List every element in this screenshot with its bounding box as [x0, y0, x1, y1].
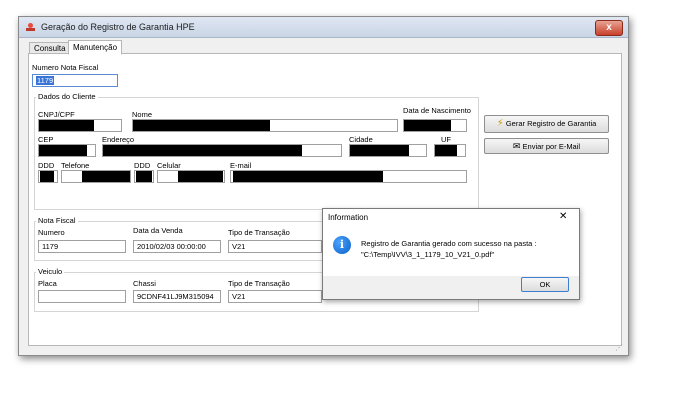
manutencao-panel: Numero Nota Fiscal 1179 Dados do Cliente… — [28, 53, 622, 346]
chassi-label: Chassi — [133, 279, 156, 288]
tab-manutencao[interactable]: Manutenção — [68, 40, 123, 55]
email-input[interactable] — [230, 170, 467, 183]
dialog-body: i Registro de Garantia gerado com sucess… — [323, 226, 579, 276]
celular-input[interactable] — [157, 170, 225, 183]
cidade-label: Cidade — [349, 135, 373, 144]
nf-numero-label: Numero — [38, 228, 65, 237]
email-label: E-mail — [230, 161, 252, 170]
nome-label: Nome — [132, 110, 153, 119]
nome-input[interactable] — [132, 119, 398, 132]
dialog-close-icon[interactable]: ✕ — [559, 211, 567, 222]
ddd-label: DDD — [38, 161, 55, 170]
dialog-message-line2: "C:\Temp\IVV\3_1_1179_10_V21_0.pdf" — [361, 250, 495, 259]
email-redaction — [233, 171, 383, 182]
cnpj-input[interactable] — [38, 119, 122, 132]
celular-redaction — [178, 171, 223, 182]
ddd-celular-input[interactable] — [134, 170, 154, 183]
nf-numero-input[interactable]: 1179 — [38, 240, 126, 253]
nome-redaction — [133, 120, 270, 131]
telefone-input[interactable] — [61, 170, 131, 183]
numero-nota-fiscal-input[interactable]: 1179 — [32, 74, 118, 87]
data-nascimento-label: Data de Nascimento — [403, 106, 471, 115]
data-nascimento-input[interactable] — [403, 119, 467, 132]
enviar-email-button[interactable]: ✉ Enviar por E-Mail — [484, 138, 609, 154]
window-title: Geração do Registro de Garantia HPE — [41, 22, 195, 32]
uf-redaction — [435, 145, 457, 156]
data-venda-input[interactable]: 2010/02/03 00:00:00 — [133, 240, 221, 253]
cep-label: CEP — [38, 135, 54, 144]
enviar-email-label: Enviar por E-Mail — [522, 142, 581, 151]
app-icon — [26, 23, 35, 31]
dialog-message-line1: Registro de Garantia gerado com sucesso … — [361, 239, 537, 248]
data-nascimento-redaction — [404, 120, 451, 131]
numero-nota-fiscal-label: Numero Nota Fiscal — [32, 63, 99, 72]
celular-label: Celular — [157, 161, 181, 170]
ddd-redaction — [40, 171, 54, 182]
placa-label: Placa — [38, 279, 57, 288]
cidade-input[interactable] — [349, 144, 427, 157]
numero-nota-fiscal-value: 1179 — [36, 76, 55, 85]
envelope-icon: ✉ — [512, 141, 521, 151]
veiculo-tipo-transacao-label: Tipo de Transação — [228, 279, 290, 288]
cidade-redaction — [350, 145, 409, 156]
uf-label: UF — [441, 135, 451, 144]
cnpj-label: CNPJ/CPF — [38, 110, 75, 119]
ddd-celular-redaction — [136, 171, 152, 182]
window-close-button[interactable]: x — [595, 20, 623, 36]
endereco-input[interactable] — [102, 144, 342, 157]
endereco-redaction — [103, 145, 302, 156]
chassi-input[interactable]: 9CDNF41LJ9M315094 — [133, 290, 221, 303]
dialog-titlebar[interactable]: Information ✕ — [323, 209, 579, 227]
window-titlebar[interactable]: Geração do Registro de Garantia HPE x — [19, 17, 628, 38]
ddd-celular-label: DDD — [134, 161, 151, 170]
dialog-title: Information — [328, 213, 369, 222]
gerar-registro-label: Gerar Registro de Garantia — [505, 119, 597, 128]
cep-input[interactable] — [38, 144, 96, 157]
information-icon: i — [333, 236, 351, 254]
ddd-input[interactable] — [38, 170, 58, 183]
lightning-icon: ⚡ — [496, 118, 504, 129]
information-dialog: Information ✕ i Registro de Garantia ger… — [322, 208, 580, 300]
cep-redaction — [39, 145, 87, 156]
gerar-registro-button[interactable]: ⚡ Gerar Registro de Garantia — [484, 115, 609, 133]
veiculo-title: Veiculo — [36, 267, 65, 276]
resize-grip-icon[interactable]: ⋰ — [615, 343, 623, 352]
telefone-label: Telefone — [61, 161, 90, 170]
data-venda-label: Data da Venda — [133, 226, 183, 235]
cnpj-redaction — [39, 120, 94, 131]
dados-cliente-title: Dados do Cliente — [36, 92, 98, 101]
endereco-label: Endereço — [102, 135, 135, 144]
veiculo-tipo-transacao-input[interactable]: V21 — [228, 290, 322, 303]
nf-tipo-transacao-label: Tipo de Transação — [228, 228, 290, 237]
nota-fiscal-title: Nota Fiscal — [36, 216, 78, 225]
telefone-redaction — [82, 171, 130, 182]
nf-tipo-transacao-input[interactable]: V21 — [228, 240, 322, 253]
dialog-ok-button[interactable]: OK — [521, 277, 569, 292]
uf-input[interactable] — [434, 144, 466, 157]
placa-input[interactable] — [38, 290, 126, 303]
main-window: Geração do Registro de Garantia HPE x Co… — [18, 16, 629, 356]
